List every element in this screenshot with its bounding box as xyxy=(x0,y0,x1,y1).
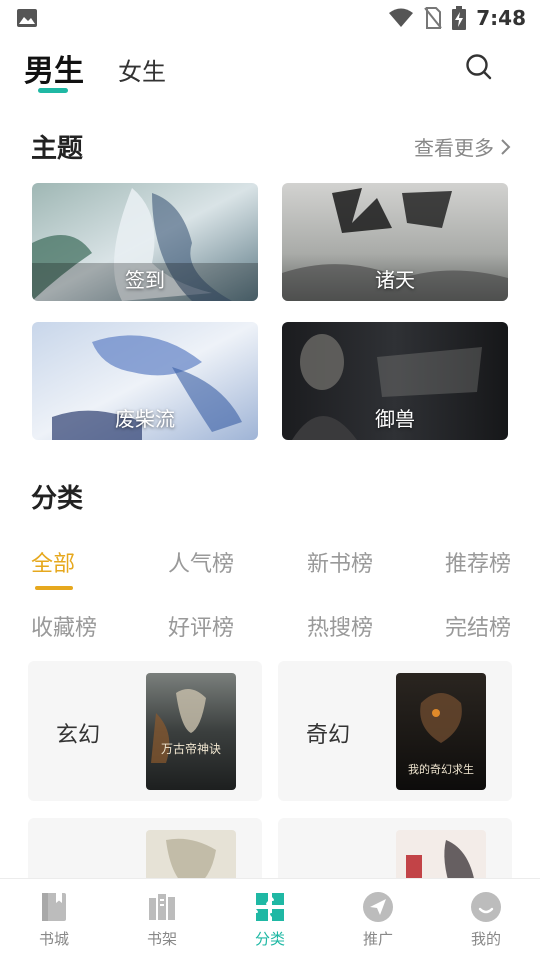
status-icons: 7:48 xyxy=(388,4,526,32)
ranking-tabs-row-2: 收藏榜 好评榜 热搜榜 完结榜 xyxy=(0,610,540,650)
status-bar: 7:48 xyxy=(0,0,540,36)
nav-promotion[interactable]: 推广 xyxy=(324,879,432,960)
tab-male[interactable]: 男生 xyxy=(24,46,84,93)
tab-hot-search[interactable]: 热搜榜 xyxy=(307,610,373,642)
category-card-xuanhuan[interactable]: 玄幻 万古帝神诀 xyxy=(28,661,262,801)
bookshelf-icon xyxy=(149,894,175,920)
tab-recommended[interactable]: 推荐榜 xyxy=(445,546,511,578)
theme-card-label: 签到 xyxy=(125,268,165,292)
nav-category[interactable]: 分类 xyxy=(216,879,324,960)
category-card-name: 奇幻 xyxy=(306,723,351,748)
nav-label: 推广 xyxy=(362,930,393,948)
chevron-right-icon xyxy=(501,138,511,155)
tab-female-label: 女生 xyxy=(118,58,166,86)
theme-card-yushou[interactable]: 御兽 xyxy=(282,322,508,440)
theme-section-title: 主题 xyxy=(31,134,84,164)
theme-card-label: 废柴流 xyxy=(115,407,175,431)
image-notification-icon xyxy=(17,9,37,27)
bottom-navigation: 书城 书架 分类 推广 我的 xyxy=(0,878,540,960)
nav-label: 书架 xyxy=(146,930,177,948)
tab-favorites[interactable]: 收藏榜 xyxy=(31,610,97,642)
tab-completed[interactable]: 完结榜 xyxy=(445,610,511,642)
category-card-name: 玄幻 xyxy=(56,723,101,748)
nav-label: 分类 xyxy=(254,930,285,948)
tab-male-label: 男生 xyxy=(24,54,84,89)
gender-tabs: 男生 女生 xyxy=(24,46,166,96)
status-time: 7:48 xyxy=(476,6,526,30)
book-cover: 我的奇幻求生 xyxy=(396,673,486,790)
theme-card-signin[interactable]: 签到 xyxy=(32,183,258,301)
book-cover-art: 我的奇幻求生 xyxy=(396,673,486,790)
battery-charging-icon xyxy=(452,6,467,30)
active-tab-indicator xyxy=(35,586,73,590)
book-cover: 万古帝神诀 xyxy=(146,673,236,790)
nav-bookshelf[interactable]: 书架 xyxy=(108,879,216,960)
view-more-link[interactable]: 查看更多 xyxy=(414,132,512,161)
no-sim-icon xyxy=(424,7,443,29)
paper-plane-icon xyxy=(363,892,393,922)
profile-smile-icon xyxy=(471,892,501,922)
active-tab-indicator xyxy=(38,88,68,93)
wifi-icon xyxy=(389,8,414,27)
book-cover-title: 万古帝神诀 xyxy=(161,741,221,756)
theme-card-zhutian[interactable]: 诸天 xyxy=(282,183,508,301)
ranking-tabs-row-1: 全部 人气榜 新书榜 推荐榜 xyxy=(0,546,540,590)
nav-bookstore[interactable]: 书城 xyxy=(0,879,108,960)
book-cover-title: 我的奇幻求生 xyxy=(408,762,474,776)
category-section-title: 分类 xyxy=(31,484,84,514)
tab-new[interactable]: 新书榜 xyxy=(307,546,373,578)
tab-all-label: 全部 xyxy=(31,552,76,577)
book-cover-art: 万古帝神诀 xyxy=(146,673,236,790)
theme-card-label: 诸天 xyxy=(375,268,415,292)
nav-label: 我的 xyxy=(470,930,501,948)
theme-card-label: 御兽 xyxy=(375,407,415,431)
nav-label: 书城 xyxy=(38,930,69,948)
theme-card-feichai[interactable]: 废柴流 xyxy=(32,322,258,440)
nav-profile[interactable]: 我的 xyxy=(432,879,540,960)
tab-female[interactable]: 女生 xyxy=(118,52,166,87)
book-icon xyxy=(42,893,66,921)
tab-all[interactable]: 全部 xyxy=(31,546,76,590)
category-card-qihuan[interactable]: 奇幻 我的奇幻求生 xyxy=(278,661,512,801)
tab-well-reviewed[interactable]: 好评榜 xyxy=(168,610,234,642)
search-icon[interactable] xyxy=(464,52,494,82)
view-more-label: 查看更多 xyxy=(414,136,494,160)
tab-popular[interactable]: 人气榜 xyxy=(168,546,234,578)
category-grid-icon xyxy=(256,893,284,921)
